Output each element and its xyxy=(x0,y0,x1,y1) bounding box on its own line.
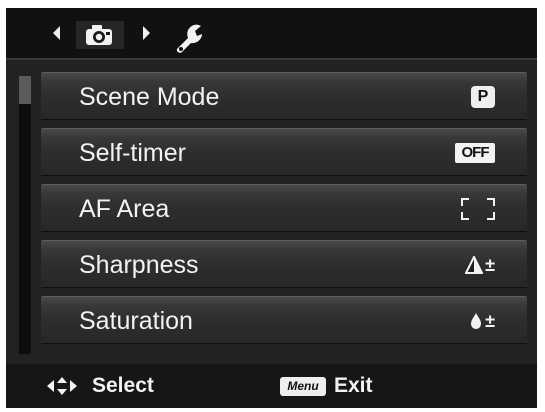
sharpness-adjust-value: ± xyxy=(485,255,495,275)
focus-corner-top-right xyxy=(487,198,495,206)
menu-item-self-timer[interactable]: Self-timer OFF xyxy=(41,128,527,176)
menu-item-label: Sharpness xyxy=(79,251,199,279)
camera-menu-screen: Scene Mode P Self-timer OFF AF Area Shar… xyxy=(6,8,537,408)
menu-item-label: Self-timer xyxy=(79,139,186,167)
sharpness-triangle-icon xyxy=(465,256,484,274)
focus-corner-top-left xyxy=(461,198,469,206)
scene-mode-value: P xyxy=(471,86,495,108)
tab-left-arrow-icon[interactable] xyxy=(53,26,60,40)
exit-hint: Menu Exit xyxy=(280,374,373,398)
menu-item-saturation[interactable]: Saturation ± xyxy=(41,296,527,344)
saturation-adjust-value: ± xyxy=(485,311,495,331)
focus-corner-bottom-right xyxy=(487,212,495,220)
menu-tab-bar xyxy=(6,8,537,60)
camera-menu-frame: Scene Mode P Self-timer OFF AF Area Shar… xyxy=(0,0,545,412)
sharpness-icon: ± xyxy=(465,253,495,277)
saturation-icon: ± xyxy=(469,309,495,333)
menu-item-label: Saturation xyxy=(79,307,193,335)
exit-label: Exit xyxy=(334,374,373,397)
select-label: Select xyxy=(92,374,154,397)
tab-right-arrow-icon[interactable] xyxy=(143,26,150,40)
settings-menu-list: Scene Mode P Self-timer OFF AF Area Shar… xyxy=(6,60,537,364)
select-hint: Select xyxy=(46,374,154,398)
camera-icon[interactable] xyxy=(76,21,124,49)
wrench-icon[interactable] xyxy=(168,19,204,58)
focus-corner-bottom-left xyxy=(461,212,469,220)
menu-scroll-thumb[interactable] xyxy=(19,76,31,104)
saturation-drop-icon xyxy=(471,313,482,329)
focus-frame-icon xyxy=(461,198,495,220)
menu-key-icon: Menu xyxy=(280,376,326,396)
self-timer-off-icon: OFF xyxy=(455,141,495,165)
menu-item-label: Scene Mode xyxy=(79,83,220,111)
focus-area-icon xyxy=(461,197,495,221)
menu-hint-bar: Select Menu Exit xyxy=(6,364,537,408)
menu-item-sharpness[interactable]: Sharpness ± xyxy=(41,240,527,288)
self-timer-value: OFF xyxy=(455,143,495,163)
menu-item-scene-mode[interactable]: Scene Mode P xyxy=(41,72,527,120)
menu-scrollbar[interactable] xyxy=(19,76,31,354)
menu-item-af-area[interactable]: AF Area xyxy=(41,184,527,232)
directional-pad-icon xyxy=(46,376,78,396)
program-mode-icon: P xyxy=(471,85,495,109)
menu-item-label: AF Area xyxy=(79,195,170,223)
